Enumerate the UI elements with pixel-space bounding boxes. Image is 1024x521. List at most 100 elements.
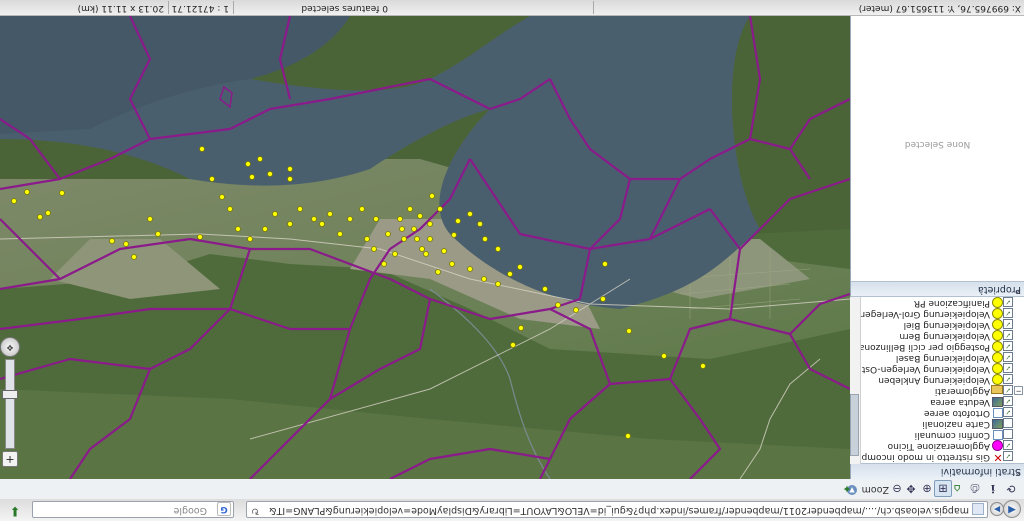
layer-checkbox[interactable]: ✓ — [1003, 385, 1013, 395]
zoom-label[interactable]: Zoom — [862, 484, 889, 495]
layer-label[interactable]: Gis ristretto in modo incompleto — [861, 452, 990, 462]
layer-checkbox[interactable]: ✓ — [1003, 374, 1013, 384]
layer-item[interactable]: Carte nazionali — [861, 417, 1024, 429]
layer-symbol-icon — [991, 385, 1003, 394]
collapse-icon[interactable]: » — [855, 468, 1021, 478]
url-text[interactable]: mapgis.veloasb.ch/..../mapbender2011/map… — [269, 505, 969, 516]
layer-item[interactable]: ✓ Veduta aerea — [861, 395, 1024, 407]
layer-symbol-icon — [993, 430, 1003, 440]
layer-item[interactable]: ✓ Velopiekierung Grol-Verlegen — [861, 307, 1024, 319]
layer-symbol-icon — [992, 297, 1003, 308]
layer-symbol-icon — [992, 319, 1003, 330]
layer-symbol-icon — [992, 308, 1003, 319]
layer-item[interactable]: ✓✕Gis ristretto in modo incompleto — [861, 450, 1024, 464]
layer-label[interactable]: Posteggio per cicli Bellinzona — [861, 342, 990, 352]
layer-label[interactable]: Velopiekierung Basel — [896, 353, 990, 363]
layer-item[interactable]: ✓ Posteggio per cicli Bellinzona — [861, 340, 1024, 352]
layer-label[interactable]: Agglomerati — [935, 386, 990, 396]
layer-item[interactable]: ✓ Velopiekierung Biel — [861, 318, 1024, 330]
layer-label[interactable]: Veduta aerea — [930, 397, 990, 407]
map-toolbar: ⟳ ℹ ⎙ ⌂ ⊞ ⊕ ✥ ⊖ Zoom ▼ ✦ — [0, 478, 1024, 499]
layer-item[interactable]: ✓ Velopiekierung Verlegen-Ost — [861, 362, 1024, 374]
layer-label[interactable]: Agglomerazione Ticino — [888, 441, 990, 451]
layer-label[interactable]: Velopiekierung Bern — [899, 331, 990, 341]
layer-item[interactable]: − ✓ Agglomerati — [861, 384, 1024, 396]
layer-checkbox[interactable]: ✓ — [1003, 319, 1013, 329]
download-icon[interactable]: ⬇ — [6, 503, 24, 518]
status-bar: X: 699765.76, Y: 113651.67 (meter) 0 fea… — [0, 0, 1024, 16]
layer-checkbox[interactable] — [1003, 429, 1013, 439]
back-icon[interactable]: ◀ — [1003, 500, 1021, 518]
reload-icon[interactable]: ↻ — [251, 505, 259, 516]
layer-checkbox[interactable]: ✓ — [1003, 407, 1013, 417]
layer-symbol-icon — [992, 330, 1003, 341]
layer-label[interactable]: Confini comunali — [915, 430, 990, 440]
layer-checkbox[interactable]: ✓ — [1003, 352, 1013, 362]
layer-item[interactable]: ✓ Agglomerazione Ticino — [861, 439, 1024, 451]
layers-header[interactable]: Strati informativi » — [851, 463, 1024, 479]
search-box[interactable]: G Google — [32, 501, 234, 518]
status-divider — [593, 1, 594, 14]
zoom-slider[interactable] — [5, 359, 15, 449]
layer-item[interactable]: ✓ Velopiekierung Basel — [861, 351, 1024, 363]
layer-checkbox[interactable]: ✓ — [1003, 396, 1013, 406]
expand-icon[interactable]: − — [1014, 386, 1023, 395]
print-icon[interactable]: ⎙ — [966, 480, 984, 497]
layer-checkbox[interactable]: ✓ — [1003, 363, 1013, 373]
measure-icon[interactable]: ✦ — [838, 480, 856, 497]
layer-label[interactable]: Velopiekierung Biel — [904, 320, 990, 330]
layer-label[interactable]: Ortofoto aeree — [924, 408, 990, 418]
pan-control-icon[interactable]: ✥ — [0, 337, 20, 357]
layer-item[interactable]: ✓ Ortofoto aeree — [861, 406, 1024, 418]
layer-tree: ✓✕Gis ristretto in modo incompleto✓Agglo… — [861, 297, 1024, 464]
layer-scrollbar[interactable] — [850, 297, 861, 464]
layer-symbol-icon — [992, 374, 1003, 385]
refresh-icon[interactable]: ⟳ — [1002, 480, 1020, 497]
layer-label[interactable]: Velopiekierung Ankleben — [878, 375, 990, 385]
zoom-slider-handle[interactable] — [2, 390, 18, 399]
collapse-icon[interactable]: » — [855, 286, 1021, 296]
layer-checkbox[interactable]: ✓ — [1003, 330, 1013, 340]
layer-symbol-icon — [992, 341, 1003, 352]
status-divider — [168, 1, 169, 14]
scale-readout: 1 : 47121.71 — [171, 3, 229, 13]
layer-label[interactable]: Velopiekierung Grol-Verlegen — [861, 309, 990, 319]
zoom-out-icon[interactable]: ⊖ — [888, 480, 906, 497]
layer-item[interactable]: Confini comunali — [861, 428, 1024, 440]
coordinates-readout: X: 699765.76, Y: 113651.67 (meter) — [858, 3, 1021, 13]
layer-checkbox[interactable]: ✓ — [1003, 341, 1013, 351]
google-icon: G — [217, 502, 231, 516]
status-divider — [233, 1, 234, 14]
layer-symbol-icon — [992, 397, 1003, 407]
layer-label[interactable]: Velopiekierung Verlegen-Ost — [862, 364, 990, 374]
search-placeholder[interactable]: Google — [173, 505, 207, 516]
layer-item[interactable]: ✓ Velopiekierung Ankleben — [861, 373, 1024, 385]
layer-checkbox[interactable]: ✓ — [1003, 440, 1013, 450]
map-size-readout: 20.13 x 11.11 (km) — [77, 3, 164, 13]
scroll-thumb[interactable] — [850, 394, 859, 456]
url-bar[interactable]: mapgis.veloasb.ch/..../mapbender2011/map… — [246, 501, 988, 518]
layer-symbol-icon — [992, 363, 1003, 374]
layer-symbol-icon — [992, 419, 1003, 429]
map-canvas[interactable] — [0, 16, 850, 479]
layer-label[interactable]: Carte nazionali — [922, 419, 990, 429]
info-icon[interactable]: ℹ — [984, 480, 1002, 497]
zoom-in-button[interactable]: + — [2, 451, 18, 467]
layer-checkbox[interactable] — [1003, 418, 1013, 428]
screen: ◀ ▶ mapgis.veloasb.ch/..../mapbender2011… — [0, 0, 1024, 521]
browser-toolbar: ◀ ▶ mapgis.veloasb.ch/..../mapbender2011… — [0, 498, 1024, 521]
zoom-in-icon[interactable]: ⊕ — [918, 480, 936, 497]
properties-header[interactable]: Proprietà » — [851, 281, 1024, 297]
layer-checkbox[interactable]: ✓ — [1003, 451, 1013, 461]
layer-checkbox[interactable]: ✓ — [1003, 297, 1013, 307]
selection-count: 0 features selected — [301, 3, 388, 13]
zoom-box-icon[interactable]: ⊞ — [934, 480, 952, 497]
layer-label[interactable]: Pianificazione PR — [914, 298, 990, 308]
layer-item[interactable]: ✓ Velopiekierung Bern — [861, 329, 1024, 341]
properties-empty: None Selected — [904, 139, 971, 149]
left-panel: Strati informativi » ✓ ✕ Gis ristretto in … — [850, 16, 1024, 479]
layer-checkbox[interactable]: ✓ — [1003, 308, 1013, 318]
forward-icon[interactable]: ▶ — [990, 502, 1004, 516]
layer-item[interactable]: ✓ Pianificazione PR — [861, 297, 1024, 308]
map-view[interactable] — [0, 16, 850, 479]
